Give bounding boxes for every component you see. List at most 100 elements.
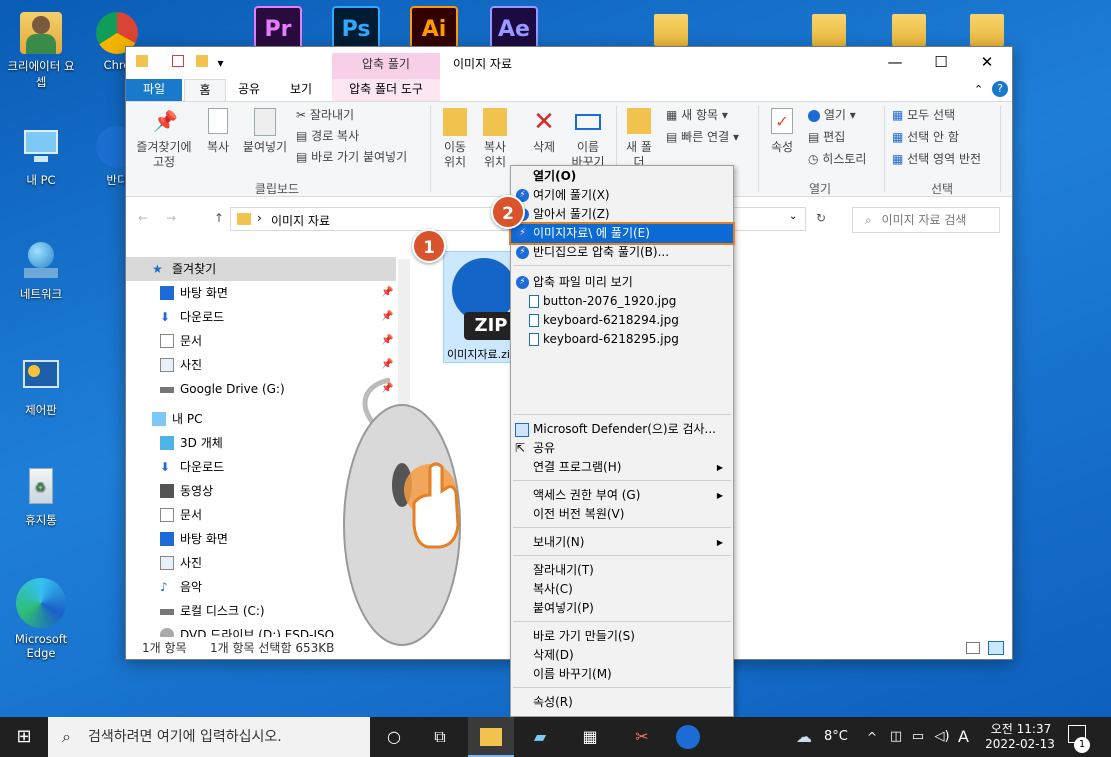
collapse-ribbon-icon[interactable]: ⌃: [974, 83, 983, 96]
properties-button[interactable]: ✓ 속성: [766, 108, 798, 155]
file-item-zip[interactable]: ZIP 이미지자료.zip: [443, 251, 519, 363]
maximize-button[interactable]: ☐: [918, 49, 964, 75]
bandizip-taskbar-icon[interactable]: [676, 725, 700, 749]
weather-cloud-icon[interactable]: ☁: [792, 725, 816, 749]
pin-icon[interactable]: 📌: [381, 329, 393, 353]
menu-item-archive-file[interactable]: keyboard-6218294.jpg: [511, 311, 733, 330]
network-icon[interactable]: ▭: [906, 725, 930, 749]
weather-temperature[interactable]: 8°C: [824, 729, 848, 744]
nav-item-desktop[interactable]: 바탕 화면 📌: [126, 281, 396, 305]
customize-qa-icon[interactable]: ▾: [217, 56, 223, 70]
tab-view[interactable]: 보기: [276, 79, 326, 101]
pin-icon[interactable]: 📌: [381, 281, 393, 305]
snipping-tool-icon[interactable]: ✂: [630, 725, 654, 749]
new-folder-button[interactable]: 새 폴더: [624, 108, 654, 170]
menu-item-paste[interactable]: 붙여넣기(P): [511, 599, 733, 618]
tab-home[interactable]: 홈: [184, 79, 226, 101]
menu-item-extract-to-folder[interactable]: ⚡ 이미지자료\ 에 풀기(E): [509, 222, 735, 245]
refresh-icon[interactable]: ↻: [816, 211, 826, 225]
illustrator-icon[interactable]: Ai: [410, 6, 458, 50]
menu-item-restore-versions[interactable]: 이전 버전 복원(V): [511, 505, 733, 524]
desktop-icon-control-panel[interactable]: 제어판: [4, 356, 78, 418]
copy-button[interactable]: 복사: [202, 108, 234, 155]
new-item-button[interactable]: ▦ 새 항목 ▾: [666, 108, 728, 123]
tab-share[interactable]: 공유: [228, 79, 270, 101]
menu-item-delete[interactable]: 삭제(D): [511, 646, 733, 665]
nav-item-downloads[interactable]: ⬇ 다운로드 📌: [126, 305, 396, 329]
move-to-button[interactable]: 이동 위치: [438, 108, 472, 170]
notepad-icon[interactable]: ▰: [528, 725, 552, 749]
menu-item-smart-extract[interactable]: ⚡알아서 풀기(Z): [511, 205, 733, 224]
paste-button[interactable]: 붙여넣기: [238, 108, 292, 155]
meet-now-icon[interactable]: ◫: [884, 725, 908, 749]
menu-item-give-access[interactable]: 액세스 권한 부여 (G) ▶: [511, 486, 733, 505]
volume-icon[interactable]: ◁): [930, 725, 954, 749]
chevron-up-icon[interactable]: ^: [860, 725, 884, 749]
menu-item-create-shortcut[interactable]: 바로 가기 만들기(S): [511, 627, 733, 646]
cut-button[interactable]: ✂ 잘라내기: [296, 108, 354, 123]
folder-icon[interactable]: [892, 14, 926, 46]
after-effects-icon[interactable]: Ae: [490, 6, 538, 50]
photoshop-icon[interactable]: Ps: [332, 6, 380, 50]
desktop-icon-edge[interactable]: Microsoft Edge: [4, 578, 78, 660]
back-icon[interactable]: ←: [138, 211, 148, 225]
up-icon[interactable]: ↑: [214, 211, 224, 225]
cortana-icon[interactable]: ○: [382, 725, 406, 749]
breadcrumb[interactable]: 이미지 자료: [271, 212, 330, 229]
select-none-button[interactable]: ▦ 선택 안 함: [892, 130, 959, 145]
quick-access-toolbar[interactable]: ▾: [136, 55, 224, 70]
history-button[interactable]: ◷ 히스토리: [808, 152, 866, 167]
menu-item-copy[interactable]: 복사(C): [511, 580, 733, 599]
folder-icon[interactable]: [812, 14, 846, 46]
new-folder-icon[interactable]: [195, 55, 208, 67]
file-explorer-taskbar-button[interactable]: [468, 717, 514, 757]
clock-date[interactable]: 2022-02-13: [980, 737, 1060, 751]
edit-button[interactable]: ▤ 편집: [808, 130, 845, 145]
nav-item-pictures[interactable]: 사진 📌: [126, 353, 396, 377]
rename-button[interactable]: 이름 바꾸기: [566, 108, 610, 170]
premiere-icon[interactable]: Pr: [254, 6, 302, 50]
search-input[interactable]: ⌕ 이미지 자료 검색: [852, 207, 1000, 233]
calculator-icon[interactable]: ▦: [578, 725, 602, 749]
menu-item-archive-file[interactable]: keyboard-6218295.jpg: [511, 330, 733, 349]
menu-item-share[interactable]: ⇱ 공유: [511, 439, 733, 458]
menu-item-cut[interactable]: 잘라내기(T): [511, 561, 733, 580]
nav-item-quick-access[interactable]: ★ 즐겨찾기: [126, 257, 396, 281]
folder-icon[interactable]: [654, 14, 688, 46]
tab-file[interactable]: 파일: [126, 79, 182, 101]
chevron-down-icon[interactable]: ⌄: [789, 211, 797, 222]
menu-item-rename[interactable]: 이름 바꾸기(M): [511, 665, 733, 684]
menu-item-properties[interactable]: 속성(R): [511, 693, 733, 712]
easy-access-button[interactable]: ▤ 빠른 연결 ▾: [666, 130, 739, 145]
forward-icon[interactable]: →: [166, 211, 176, 225]
menu-item-preview-archive[interactable]: ⚡ 압축 파일 미리 보기: [511, 273, 733, 292]
invert-selection-button[interactable]: ▦ 선택 영역 반전: [892, 152, 981, 167]
delete-button[interactable]: ✕ 삭제: [526, 108, 562, 155]
taskbar-search[interactable]: ⌕ 검색하려면 여기에 입력하십시오.: [48, 717, 370, 757]
menu-item-open-with[interactable]: 연결 프로그램(H) ▶: [511, 458, 733, 477]
menu-item-send-to[interactable]: 보내기(N) ▶: [511, 533, 733, 552]
nav-item-documents[interactable]: 문서 📌: [126, 329, 396, 353]
paste-shortcut-button[interactable]: ▤ 바로 가기 붙여넣기: [296, 150, 407, 165]
minimize-button[interactable]: —: [872, 49, 918, 75]
properties-icon[interactable]: [171, 55, 184, 67]
desktop-icon-my-pc[interactable]: 내 PC: [4, 126, 78, 188]
tab-compressed-folder-tools[interactable]: 압축 폴더 도구: [332, 79, 440, 101]
menu-item-archive-file[interactable]: button-2076_1920.jpg: [511, 292, 733, 311]
desktop-icon-recycle-bin[interactable]: ♻ 휴지통: [4, 466, 78, 528]
menu-item-defender-scan[interactable]: Microsoft Defender(으)로 검사...: [511, 420, 733, 439]
large-icons-view-icon[interactable]: [988, 641, 1004, 655]
pin-quick-access-button[interactable]: 📌 즐겨찾기에 고정: [132, 108, 196, 170]
desktop-icon-network[interactable]: 네트워크: [4, 240, 78, 302]
copy-path-button[interactable]: ▤ 경로 복사: [296, 129, 359, 144]
clock-time[interactable]: 오전 11:37: [984, 720, 1058, 737]
open-button[interactable]: 열기 ▾: [808, 108, 856, 123]
ime-indicator[interactable]: A: [958, 727, 969, 746]
copy-to-button[interactable]: 복사 위치: [478, 108, 512, 170]
close-button[interactable]: ✕: [964, 49, 1010, 75]
menu-item-extract-here[interactable]: ⚡ 여기에 풀기(X): [511, 186, 733, 205]
help-icon[interactable]: ?: [992, 81, 1008, 97]
windows-start-icon[interactable]: ⊞: [12, 725, 36, 749]
menu-item-extract-with-bandizip[interactable]: ⚡ 반디집으로 압축 풀기(B)...: [511, 243, 733, 262]
pin-icon[interactable]: 📌: [381, 353, 393, 377]
